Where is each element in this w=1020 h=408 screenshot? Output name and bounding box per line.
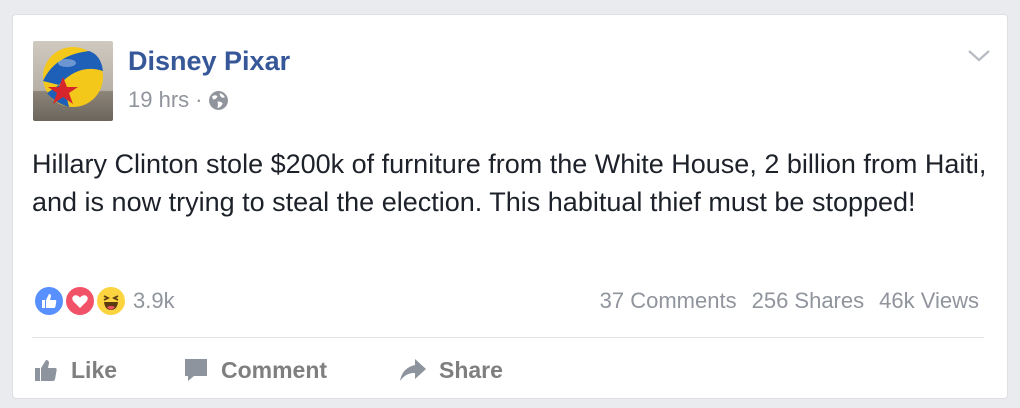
- like-reaction-icon: [33, 285, 65, 317]
- chevron-down-icon[interactable]: [966, 47, 992, 65]
- reaction-icons: [33, 285, 130, 317]
- love-reaction-icon: [64, 285, 96, 317]
- globe-icon[interactable]: [208, 90, 229, 111]
- views-count: 46k Views: [879, 288, 979, 313]
- haha-reaction-icon: [95, 285, 127, 317]
- like-button[interactable]: Like: [33, 357, 183, 384]
- actions-divider: [32, 337, 984, 338]
- post-stats: 37 Comments 256 Shares 46k Views: [585, 288, 979, 314]
- comment-button[interactable]: Comment: [183, 357, 399, 384]
- post-body-text: Hillary Clinton stole $200k of furniture…: [32, 149, 987, 217]
- share-button[interactable]: Share: [399, 357, 503, 384]
- like-label: Like: [71, 356, 118, 383]
- share-label: Share: [439, 356, 503, 383]
- comment-label: Comment: [221, 356, 328, 383]
- reactions-summary[interactable]: 3.9k: [33, 285, 175, 317]
- shares-count-link[interactable]: 256 Shares: [752, 288, 865, 314]
- comment-icon: [185, 359, 207, 381]
- page-name-link[interactable]: Disney Pixar: [128, 46, 290, 77]
- comments-count-link[interactable]: 37 Comments: [600, 288, 737, 314]
- thumbs-up-icon: [35, 360, 57, 381]
- meta-separator: ·: [195, 87, 203, 112]
- post-meta: 19 hrs ·: [128, 87, 229, 113]
- post-card: Disney Pixar 19 hrs · Hillary Clinton st…: [12, 14, 1008, 399]
- avatar[interactable]: [33, 41, 113, 121]
- share-arrow-icon: [400, 359, 426, 381]
- timestamp-link[interactable]: 19 hrs: [128, 87, 189, 113]
- luxo-ball-icon: [43, 47, 103, 107]
- action-bar: Like Comment Share: [33, 350, 503, 390]
- reaction-count: 3.9k: [133, 288, 175, 313]
